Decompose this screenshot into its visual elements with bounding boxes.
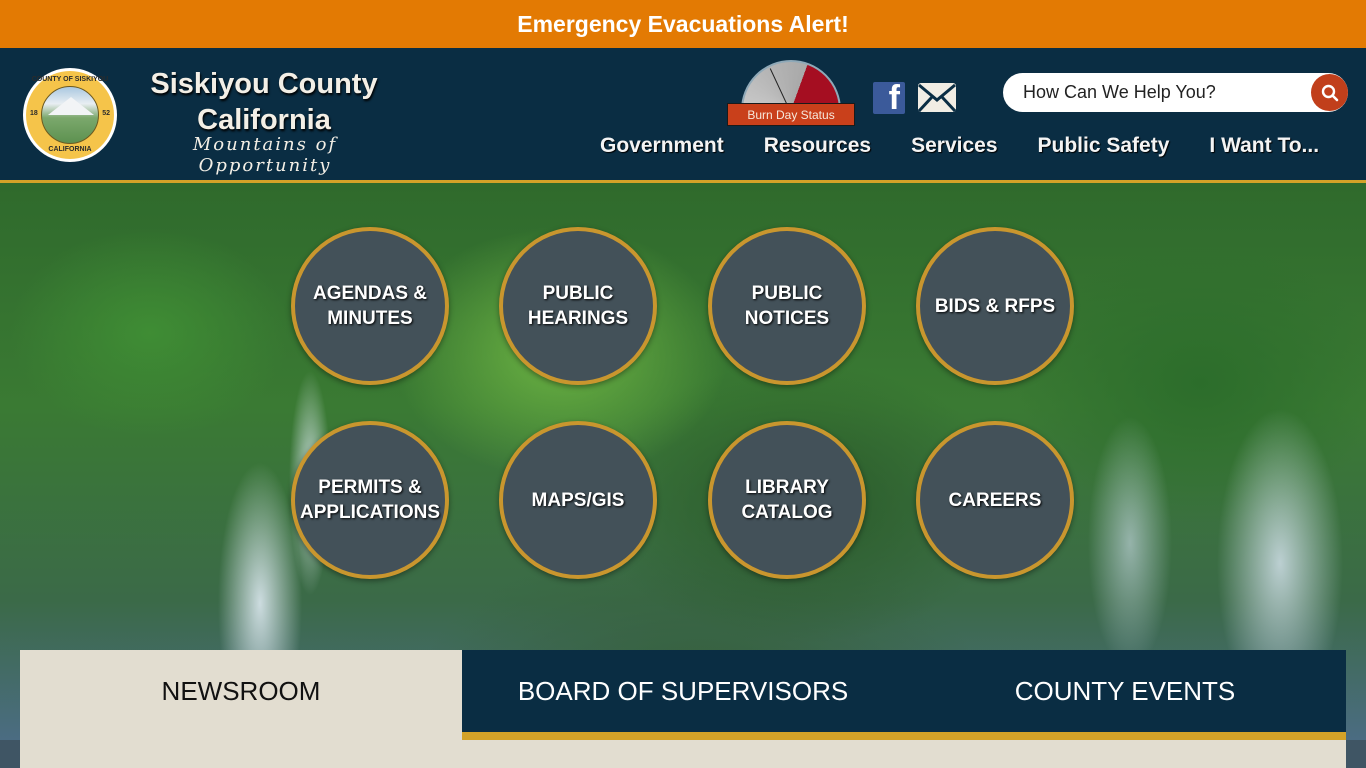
tile-label-line1: BIDS & RFPS — [934, 295, 1056, 317]
nav-government[interactable]: Government — [600, 128, 724, 164]
tab-newsroom[interactable]: NEWSROOM — [20, 650, 462, 768]
seal-year-left: 18 — [30, 110, 38, 117]
tile-label-line2: APPLICATIONS — [299, 502, 441, 523]
quick-link-public-hearings[interactable]: PUBLIC HEARINGS — [499, 227, 657, 385]
site-title-line1: Siskiyou County — [150, 68, 378, 100]
tab-gold-underline — [462, 732, 1346, 740]
site-title[interactable]: Siskiyou County California — [134, 66, 394, 138]
main-navigation: Government Resources Services Public Saf… — [580, 128, 1319, 164]
tile-label-line1: MAPS/GIS — [531, 489, 625, 511]
envelope-icon — [917, 83, 957, 113]
search-input[interactable] — [1023, 73, 1308, 112]
seal-year-right: 52 — [102, 110, 110, 117]
search-icon — [1321, 84, 1338, 101]
nav-resources[interactable]: Resources — [764, 128, 871, 164]
site-tagline: Mountains of Opportunity — [192, 134, 338, 176]
quick-link-library-catalog[interactable]: LIBRARY CATALOG — [708, 421, 866, 579]
tab-county-events[interactable]: COUNTY EVENTS — [904, 650, 1346, 732]
tile-label-line2: NOTICES — [744, 308, 830, 329]
quick-link-careers[interactable]: CAREERS — [916, 421, 1074, 579]
tile-label-line2: CATALOG — [741, 502, 833, 523]
quick-link-public-notices[interactable]: PUBLIC NOTICES — [708, 227, 866, 385]
tile-label-line2: HEARINGS — [527, 308, 629, 329]
facebook-icon[interactable]: f — [873, 82, 905, 114]
tile-label-line1: PUBLIC — [751, 283, 823, 304]
tile-label-line1: CAREERS — [948, 489, 1042, 511]
quick-link-maps-gis[interactable]: MAPS/GIS — [499, 421, 657, 579]
tile-label-line2: MINUTES — [327, 308, 413, 329]
quick-link-bids-rfps[interactable]: BIDS & RFPS — [916, 227, 1074, 385]
facebook-f-glyph: f — [888, 82, 900, 114]
burn-day-label: Burn Day Status — [727, 103, 855, 126]
seal-top-text: COUNTY OF SISKIYOU — [31, 76, 109, 83]
mail-icon[interactable] — [917, 83, 957, 113]
tab-content-panel — [462, 740, 1346, 768]
quick-link-permits-applications[interactable]: PERMITS & APPLICATIONS — [291, 421, 449, 579]
nav-public-safety[interactable]: Public Safety — [1038, 128, 1170, 164]
nav-i-want-to[interactable]: I Want To... — [1209, 128, 1319, 164]
tile-label-line1: LIBRARY — [745, 477, 829, 498]
emergency-alert-bar: Emergency Evacuations Alert! — [0, 0, 1366, 48]
tile-label-line1: AGENDAS & — [312, 283, 427, 304]
seal-bottom-text: CALIFORNIA — [48, 146, 92, 153]
site-search — [1003, 73, 1348, 112]
content-tabs: NEWSROOM BOARD OF SUPERVISORS COUNTY EVE… — [20, 650, 1346, 768]
mountain-icon — [48, 97, 94, 115]
county-seal-logo[interactable]: COUNTY OF SISKIYOU CALIFORNIA 18 52 — [23, 68, 117, 162]
quick-link-agendas-minutes[interactable]: AGENDAS & MINUTES — [291, 227, 449, 385]
nav-services[interactable]: Services — [911, 128, 997, 164]
site-title-line2: California — [197, 104, 331, 136]
tile-label-line1: PUBLIC — [542, 283, 614, 304]
emergency-alert-link[interactable]: Emergency Evacuations Alert! — [517, 11, 849, 38]
search-button[interactable] — [1311, 74, 1348, 111]
seal-emblem — [41, 86, 99, 144]
tab-board-of-supervisors[interactable]: BOARD OF SUPERVISORS — [462, 650, 904, 732]
tile-label-line1: PERMITS & — [318, 477, 422, 498]
burn-day-status-widget[interactable]: Burn Day Status — [727, 60, 855, 126]
